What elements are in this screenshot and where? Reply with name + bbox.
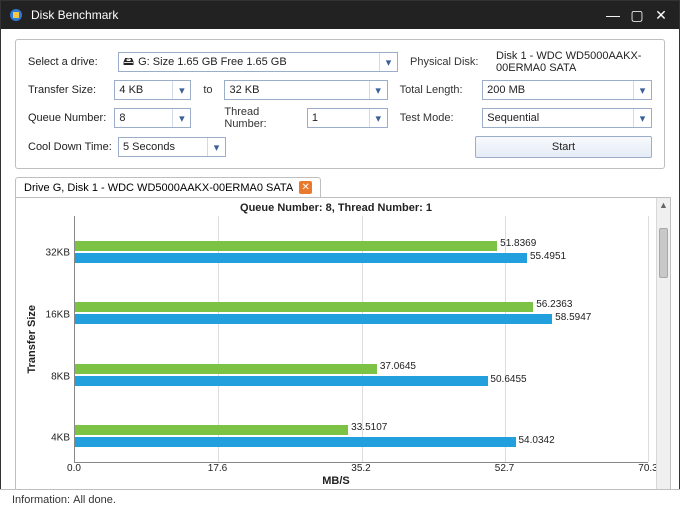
close-button[interactable]: ✕ xyxy=(649,5,673,25)
to-label: to xyxy=(197,84,218,96)
y-axis-label: Transfer Size xyxy=(24,216,40,463)
bar-sequential-writing xyxy=(75,241,497,251)
chart-area: Queue Number: 8, Thread Number: 1 Transf… xyxy=(16,198,656,504)
y-tick: 8KB xyxy=(51,371,70,382)
drive-select[interactable]: 🖴G: Size 1.65 GB Free 1.65 GB ▾ xyxy=(118,52,398,72)
queue-number-value: 8 xyxy=(119,112,125,124)
x-tick: 35.2 xyxy=(351,463,370,474)
window-title: Disk Benchmark xyxy=(31,8,601,22)
physical-disk-value: Disk 1 - WDC WD5000AAKX-00ERMA0 SATA xyxy=(496,50,652,74)
total-length-label: Total Length: xyxy=(400,84,477,96)
drive-select-value: G: Size 1.65 GB Free 1.65 GB xyxy=(138,56,287,68)
chevron-down-icon: ▾ xyxy=(633,81,651,99)
x-tick: 0.0 xyxy=(67,463,81,474)
bar-sequential-writing xyxy=(75,364,377,374)
chevron-down-icon: ▾ xyxy=(172,109,190,127)
x-tick: 70.3 xyxy=(638,463,657,474)
x-ticks: 0.0 17.6 35.2 52.7 70.3 xyxy=(74,463,648,477)
cool-down-select[interactable]: 5 Seconds ▾ xyxy=(118,137,226,157)
bar-label: 54.0342 xyxy=(519,435,555,446)
thread-number-label: Thread Number: xyxy=(224,106,301,130)
physical-disk-label: Physical Disk: xyxy=(410,56,490,68)
bar-label: 50.6455 xyxy=(490,374,526,385)
app-icon xyxy=(7,6,25,24)
maximize-button[interactable]: ▢ xyxy=(625,5,649,25)
thread-number-value: 1 xyxy=(312,112,318,124)
chevron-down-icon: ▾ xyxy=(369,81,387,99)
queue-number-label: Queue Number: xyxy=(28,112,108,124)
bar-sequential-reading xyxy=(75,437,516,447)
y-tick: 16KB xyxy=(46,309,70,320)
tab-row: Drive G, Disk 1 - WDC WD5000AAKX-00ERMA0… xyxy=(15,177,665,197)
chevron-down-icon: ▾ xyxy=(633,109,651,127)
transfer-from-select[interactable]: 4 KB ▾ xyxy=(114,80,191,100)
total-length-value: 200 MB xyxy=(487,84,525,96)
titlebar: Disk Benchmark — ▢ ✕ xyxy=(1,1,679,29)
test-mode-value: Sequential xyxy=(487,112,539,124)
cool-down-value: 5 Seconds xyxy=(123,141,175,153)
chevron-down-icon: ▾ xyxy=(207,138,225,156)
chart-title: Queue Number: 8, Thread Number: 1 xyxy=(24,202,648,214)
transfer-to-select[interactable]: 32 KB ▾ xyxy=(224,80,387,100)
bar-sequential-reading xyxy=(75,253,527,263)
cool-down-label: Cool Down Time: xyxy=(28,141,112,153)
result-tab[interactable]: Drive G, Disk 1 - WDC WD5000AAKX-00ERMA0… xyxy=(15,177,321,197)
bar-label: 56.2363 xyxy=(536,299,572,310)
bar-sequential-writing xyxy=(75,425,348,435)
queue-number-select[interactable]: 8▾ xyxy=(114,108,191,128)
y-tick: 4KB xyxy=(51,433,70,444)
select-drive-label: Select a drive: xyxy=(28,56,112,68)
test-mode-select[interactable]: Sequential ▾ xyxy=(482,108,652,128)
y-ticks: 32KB 16KB 8KB 4KB xyxy=(40,216,74,463)
chart-panel: Queue Number: 8, Thread Number: 1 Transf… xyxy=(15,197,671,505)
scrollbar-thumb[interactable] xyxy=(659,228,668,278)
bar-label: 37.0645 xyxy=(380,361,416,372)
transfer-to-value: 32 KB xyxy=(229,84,259,96)
x-tick: 52.7 xyxy=(495,463,514,474)
chevron-down-icon: ▾ xyxy=(379,53,397,71)
y-tick: 32KB xyxy=(46,248,70,259)
start-button-label: Start xyxy=(552,141,575,153)
total-length-select[interactable]: 200 MB ▾ xyxy=(482,80,652,100)
bar-sequential-reading xyxy=(75,314,552,324)
settings-panel: Select a drive: 🖴G: Size 1.65 GB Free 1.… xyxy=(15,39,665,169)
minimize-button[interactable]: — xyxy=(601,5,625,25)
test-mode-label: Test Mode: xyxy=(400,112,477,124)
bar-sequential-writing xyxy=(75,302,533,312)
bar-sequential-reading xyxy=(75,376,488,386)
transfer-size-label: Transfer Size: xyxy=(28,84,108,96)
bar-label: 58.5947 xyxy=(555,312,591,323)
bar-label: 55.4951 xyxy=(530,251,566,262)
result-tab-label: Drive G, Disk 1 - WDC WD5000AAKX-00ERMA0… xyxy=(24,182,293,194)
scroll-up-icon[interactable]: ▲ xyxy=(657,198,670,212)
bar-label: 51.8369 xyxy=(500,238,536,249)
status-label: Information: xyxy=(12,494,70,506)
plot-area: 51.8369 55.4951 56.2363 58.5947 37.0645 … xyxy=(74,216,648,463)
transfer-from-value: 4 KB xyxy=(119,84,143,96)
chevron-down-icon: ▾ xyxy=(369,109,387,127)
chevron-down-icon: ▾ xyxy=(172,81,190,99)
bar-label: 33.5107 xyxy=(351,422,387,433)
x-tick: 17.6 xyxy=(208,463,227,474)
status-bar: Information: All done. xyxy=(0,489,680,509)
status-text: All done. xyxy=(73,494,116,506)
close-icon[interactable]: ✕ xyxy=(299,181,312,194)
thread-number-select[interactable]: 1▾ xyxy=(307,108,388,128)
vertical-scrollbar[interactable]: ▲ ▼ xyxy=(656,198,670,504)
start-button[interactable]: Start xyxy=(475,136,652,158)
